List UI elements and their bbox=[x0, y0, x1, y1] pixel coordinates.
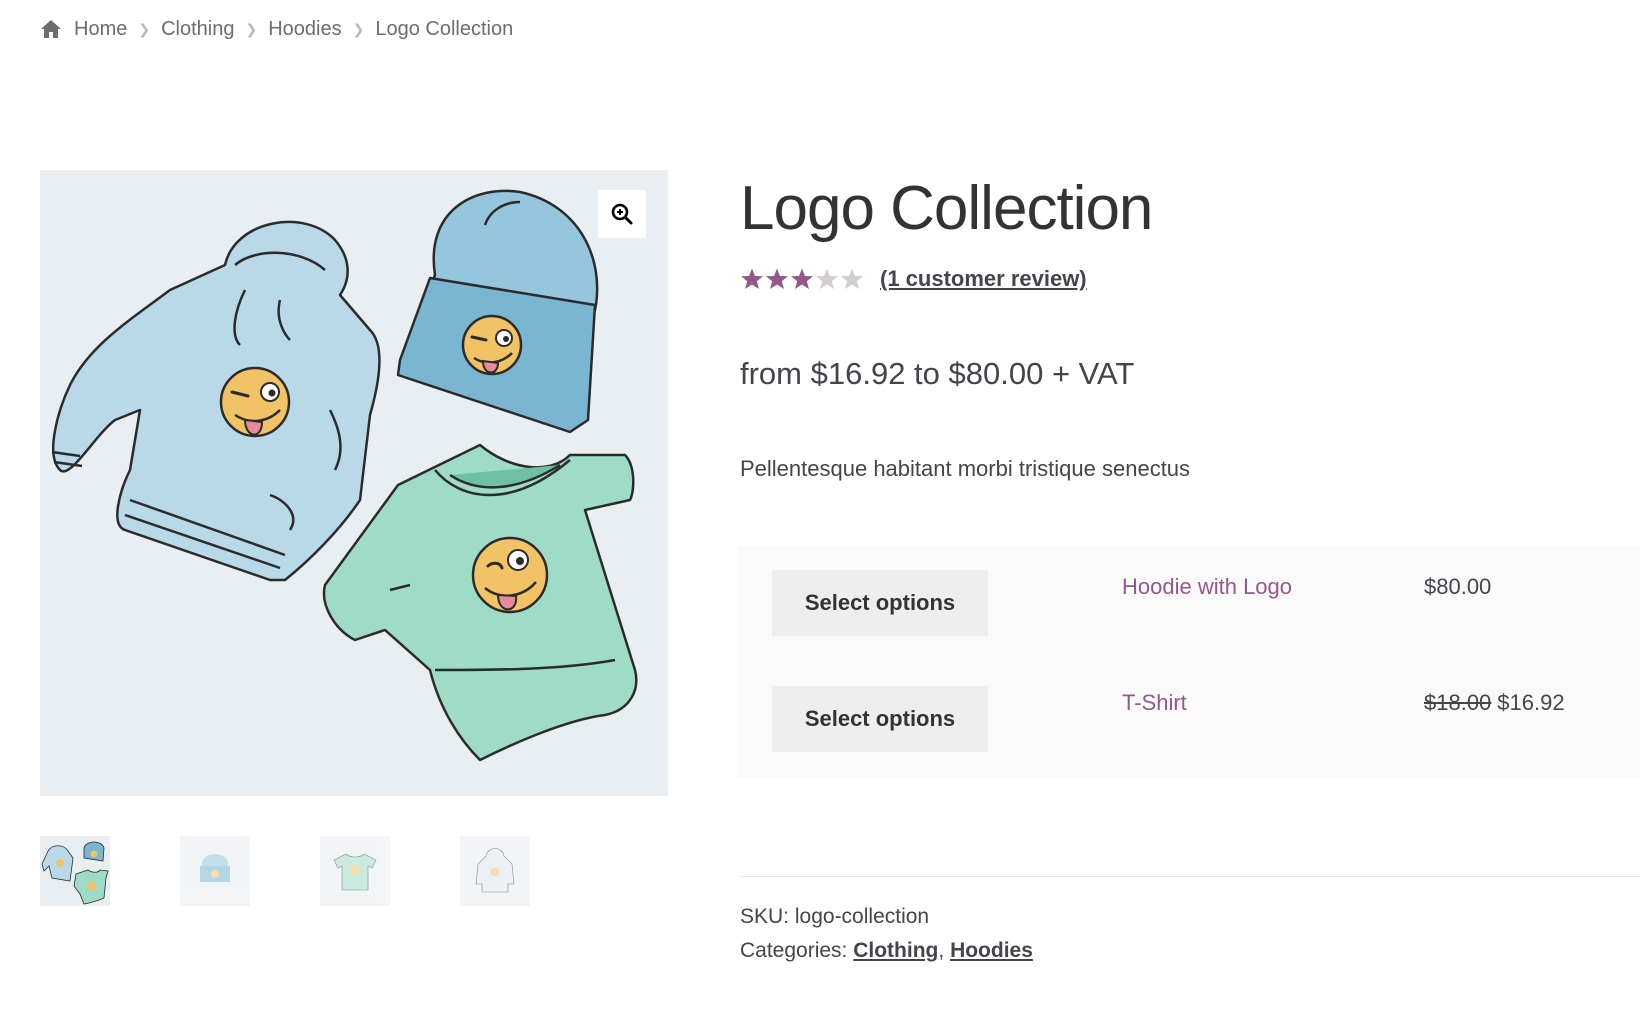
product-rating: (1 customer review) bbox=[740, 264, 1087, 294]
sku-value: logo-collection bbox=[794, 905, 930, 928]
product-title: Logo Collection bbox=[740, 174, 1153, 243]
product-meta: SKU: logo-collection Categories: Clothin… bbox=[740, 900, 1033, 968]
chevron-right-icon: ❯ bbox=[352, 20, 365, 37]
clothing-illustration bbox=[51, 189, 638, 762]
zoom-in-icon bbox=[611, 203, 633, 225]
chevron-right-icon: ❯ bbox=[245, 20, 258, 37]
product-page: Home ❯ Clothing ❯ Hoodies ❯ Logo Collect… bbox=[0, 0, 1640, 1020]
star-filled-icon bbox=[791, 268, 813, 289]
thumb-beanie[interactable] bbox=[180, 836, 250, 906]
star-filled-icon bbox=[741, 268, 763, 289]
hoodie-drawing bbox=[51, 220, 381, 582]
breadcrumb-clothing[interactable]: Clothing bbox=[161, 18, 234, 41]
table-row: Select options T-Shirt $18.00 $16.92 bbox=[738, 662, 1640, 778]
beanie-thumbnail-icon bbox=[200, 854, 230, 882]
home-icon[interactable] bbox=[40, 19, 62, 39]
thumb-hoodie[interactable] bbox=[460, 836, 530, 906]
product-main-image[interactable] bbox=[40, 170, 668, 796]
sku-label: SKU: bbox=[740, 905, 790, 928]
wink-emoji-beanie bbox=[461, 314, 523, 376]
chevron-right-icon: ❯ bbox=[138, 20, 151, 37]
thumbnail-strip bbox=[40, 836, 668, 906]
product-link-hoodie-with-logo[interactable]: Hoodie with Logo bbox=[1122, 574, 1292, 600]
tshirt-thumbnail-icon bbox=[333, 853, 377, 891]
thumb-collection[interactable] bbox=[40, 836, 110, 906]
product-link-tshirt[interactable]: T-Shirt bbox=[1122, 690, 1187, 716]
star-empty-icon bbox=[841, 268, 863, 289]
select-options-button[interactable]: Select options bbox=[772, 570, 988, 636]
tshirt-drawing bbox=[322, 443, 638, 762]
star-filled-icon bbox=[766, 268, 788, 289]
star-rating bbox=[740, 267, 864, 291]
product-price: from $16.92 to $80.00 + VAT bbox=[740, 356, 1135, 391]
hoodie-thumbnail-icon bbox=[475, 848, 515, 893]
wink-emoji-hoodie bbox=[219, 366, 291, 438]
star-empty-icon bbox=[816, 268, 838, 289]
thumb-tshirt[interactable] bbox=[320, 836, 390, 906]
zoom-button[interactable] bbox=[598, 190, 646, 238]
select-options-button[interactable]: Select options bbox=[772, 686, 988, 752]
grouped-products-table: Select options Hoodie with Logo $80.00 S… bbox=[738, 546, 1640, 778]
regular-price: $18.00 bbox=[1424, 690, 1492, 715]
wink-emoji-tshirt bbox=[471, 536, 549, 614]
beanie-drawing bbox=[396, 189, 599, 434]
table-row: Select options Hoodie with Logo $80.00 bbox=[738, 546, 1640, 662]
collection-thumbnail-icon bbox=[41, 841, 109, 905]
categories-line: Categories: Clothing, Hoodies bbox=[740, 934, 1033, 968]
category-link-clothing[interactable]: Clothing bbox=[853, 939, 938, 962]
product-short-description: Pellentesque habitant morbi tristique se… bbox=[740, 456, 1191, 481]
sale-price: $16.92 bbox=[1497, 690, 1565, 715]
breadcrumb: Home ❯ Clothing ❯ Hoodies ❯ Logo Collect… bbox=[40, 16, 513, 42]
breadcrumb-hoodies[interactable]: Hoodies bbox=[268, 18, 341, 41]
sku-line: SKU: logo-collection bbox=[740, 900, 1033, 934]
product-price-hoodie: $80.00 bbox=[1424, 574, 1492, 599]
category-separator: , bbox=[938, 939, 945, 962]
customer-review-link[interactable]: (1 customer review) bbox=[880, 266, 1087, 292]
breadcrumb-home[interactable]: Home bbox=[74, 18, 127, 41]
categories-label: Categories: bbox=[740, 939, 848, 962]
divider bbox=[740, 876, 1640, 877]
breadcrumb-current: Logo Collection bbox=[375, 17, 514, 40]
category-link-hoodies[interactable]: Hoodies bbox=[950, 939, 1033, 962]
product-price-tshirt: $18.00 $16.92 bbox=[1424, 690, 1565, 716]
